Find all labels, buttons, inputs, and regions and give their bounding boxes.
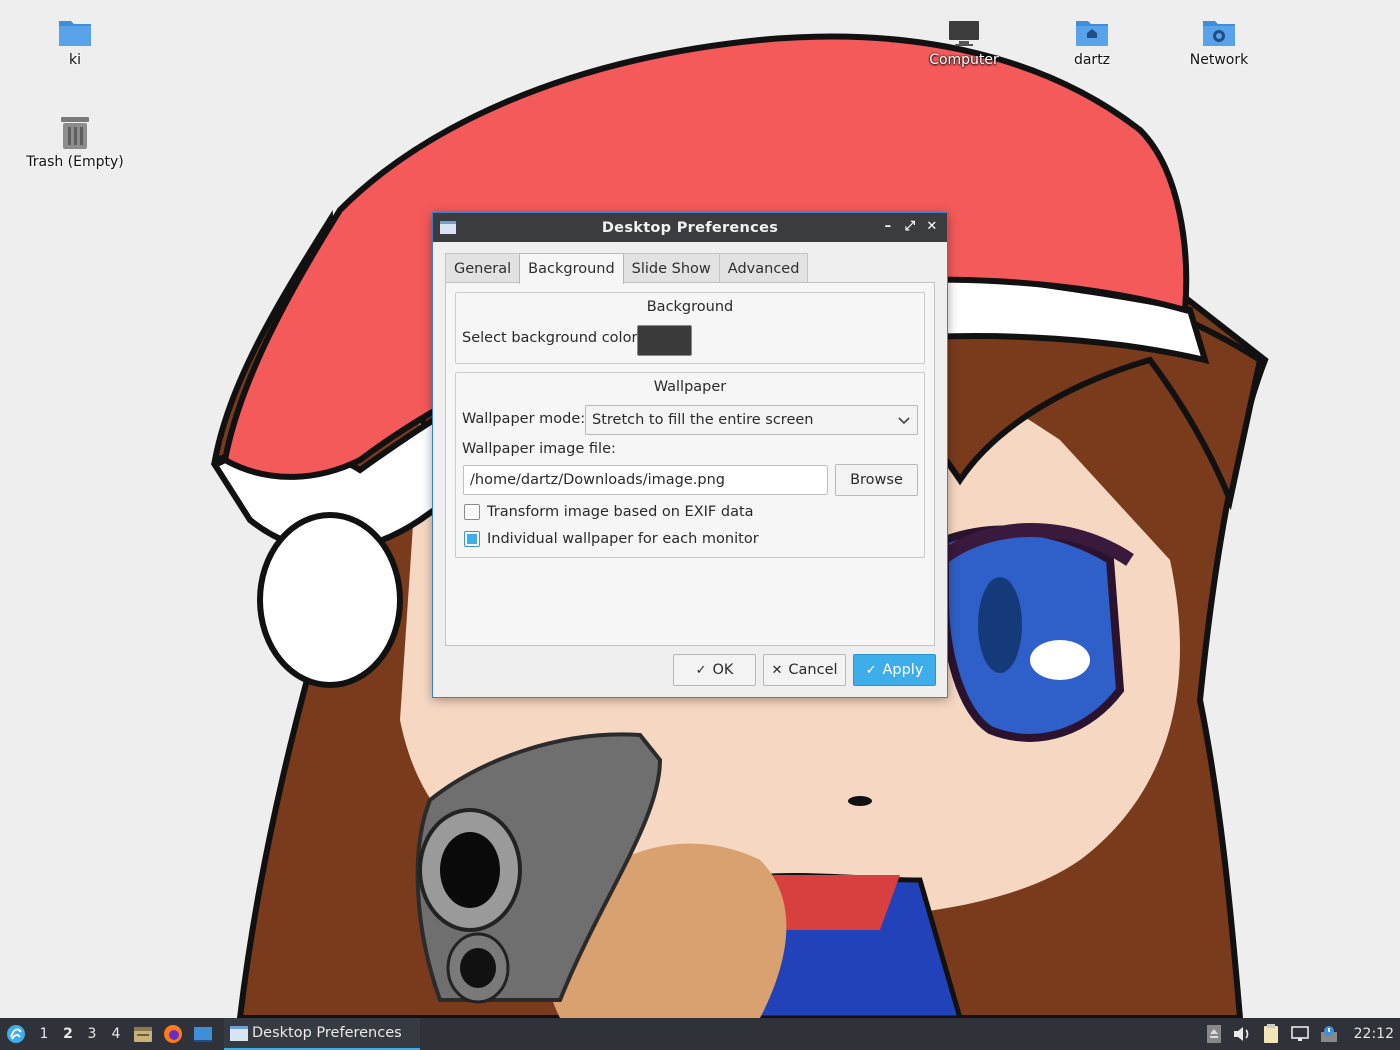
- desktop-icon-label: Network: [1189, 52, 1249, 68]
- clock[interactable]: 22:12: [1354, 1026, 1394, 1042]
- desktop-icon-label: Trash (Empty): [26, 154, 124, 170]
- desktop-preferences-dialog: Desktop Preferences – ⤢ ✕ General Backgr…: [432, 212, 948, 698]
- exif-checkbox-row[interactable]: Transform image based on EXIF data: [464, 504, 754, 520]
- taskbar-window-desktop-preferences[interactable]: Desktop Preferences: [224, 1018, 420, 1050]
- show-desktop-button[interactable]: [188, 1018, 218, 1050]
- wallpaper-group-title: Wallpaper: [653, 379, 727, 395]
- volume-icon[interactable]: [1232, 1025, 1252, 1043]
- maximize-button[interactable]: ⤢: [901, 218, 919, 236]
- background-group-title: Background: [646, 299, 734, 315]
- close-button[interactable]: ✕: [923, 218, 941, 236]
- clipboard-icon[interactable]: [1262, 1024, 1280, 1044]
- eject-icon[interactable]: [1206, 1024, 1222, 1044]
- individual-wallpaper-label: Individual wallpaper for each monitor: [487, 531, 759, 547]
- network-icon[interactable]: [1290, 1025, 1310, 1043]
- wallpaper-group: Wallpaper Wallpaper mode: Stretch to fil…: [455, 372, 925, 558]
- desktop-switch-4[interactable]: 4: [104, 1018, 128, 1050]
- home-folder-icon: [1076, 21, 1108, 46]
- taskbar-window-label: Desktop Preferences: [252, 1025, 402, 1041]
- tab-advanced[interactable]: Advanced: [718, 253, 809, 283]
- ok-button[interactable]: ✓ OK: [673, 654, 756, 686]
- firefox-icon: [164, 1025, 182, 1043]
- desktop-icon-label: ki: [69, 52, 81, 68]
- check-icon: ✓: [865, 663, 877, 678]
- close-icon: ✕: [771, 663, 783, 678]
- browse-button[interactable]: Browse: [835, 464, 918, 496]
- desktop-icon-label: Computer: [929, 52, 999, 68]
- window-icon: [230, 1025, 248, 1041]
- apply-label: Apply: [882, 662, 924, 678]
- exif-checkbox[interactable]: [464, 504, 480, 520]
- file-manager-launcher[interactable]: [128, 1018, 158, 1050]
- individual-wallpaper-checkbox-row[interactable]: Individual wallpaper for each monitor: [464, 531, 759, 547]
- wallpaper-file-input[interactable]: [463, 465, 828, 495]
- desktop-icon-trash[interactable]: Trash (Empty): [20, 114, 130, 170]
- dialog-titlebar[interactable]: Desktop Preferences – ⤢ ✕: [433, 213, 947, 242]
- chevron-down-icon: [898, 417, 910, 425]
- background-color-label: Select background color:: [462, 330, 643, 346]
- desktop-icon-ki[interactable]: ki: [20, 16, 130, 68]
- dialog-title: Desktop Preferences: [601, 219, 779, 236]
- check-icon: ✓: [695, 663, 707, 678]
- tab-bar: General Background Slide Show Advanced: [445, 253, 809, 284]
- desktop-icon: [194, 1027, 212, 1042]
- wallpaper-mode-label: Wallpaper mode:: [462, 411, 586, 427]
- background-color-button[interactable]: [637, 325, 692, 356]
- file-manager-icon: [134, 1027, 152, 1042]
- desktop-icon-network[interactable]: Network: [1164, 16, 1274, 68]
- wallpaper-mode-value: Stretch to fill the entire screen: [592, 412, 814, 428]
- desktop-icon-dartz[interactable]: dartz: [1037, 16, 1147, 68]
- desktop-switch-1[interactable]: 1: [32, 1018, 56, 1050]
- background-tab-panel: Background Select background color: Wall…: [445, 282, 935, 646]
- exif-checkbox-label: Transform image based on EXIF data: [487, 504, 754, 520]
- computer-icon: [949, 21, 979, 46]
- firefox-launcher[interactable]: [158, 1018, 188, 1050]
- desktop-switch-3[interactable]: 3: [80, 1018, 104, 1050]
- system-tray: 22:12: [1206, 1018, 1394, 1050]
- individual-wallpaper-checkbox[interactable]: [464, 531, 480, 547]
- taskbar: 1 2 3 4 Desktop Preferences 22:12: [0, 1018, 1400, 1050]
- update-notifier-icon[interactable]: [1320, 1025, 1340, 1043]
- wallpaper-file-label: Wallpaper image file:: [462, 441, 616, 457]
- minimize-button[interactable]: –: [879, 218, 897, 236]
- wallpaper-mode-select[interactable]: Stretch to fill the entire screen: [585, 405, 918, 435]
- apply-button[interactable]: ✓ Apply: [853, 654, 936, 686]
- cancel-label: Cancel: [788, 662, 838, 678]
- network-folder-icon: [1203, 21, 1235, 46]
- trash-icon: [61, 117, 89, 149]
- cancel-button[interactable]: ✕ Cancel: [763, 654, 846, 686]
- tab-slide-show[interactable]: Slide Show: [622, 253, 720, 283]
- background-group: Background Select background color:: [455, 292, 925, 364]
- folder-icon: [59, 21, 91, 46]
- start-menu-button[interactable]: [0, 1018, 32, 1050]
- ok-label: OK: [712, 662, 734, 678]
- tab-general[interactable]: General: [445, 253, 521, 283]
- desktop-switch-2[interactable]: 2: [56, 1018, 80, 1050]
- desktop-icon-computer[interactable]: Computer: [909, 16, 1019, 68]
- window-icon: [440, 221, 456, 234]
- tab-background[interactable]: Background: [519, 253, 624, 284]
- desktop-icon-label: dartz: [1073, 52, 1111, 68]
- app-launcher-icon: [7, 1025, 25, 1043]
